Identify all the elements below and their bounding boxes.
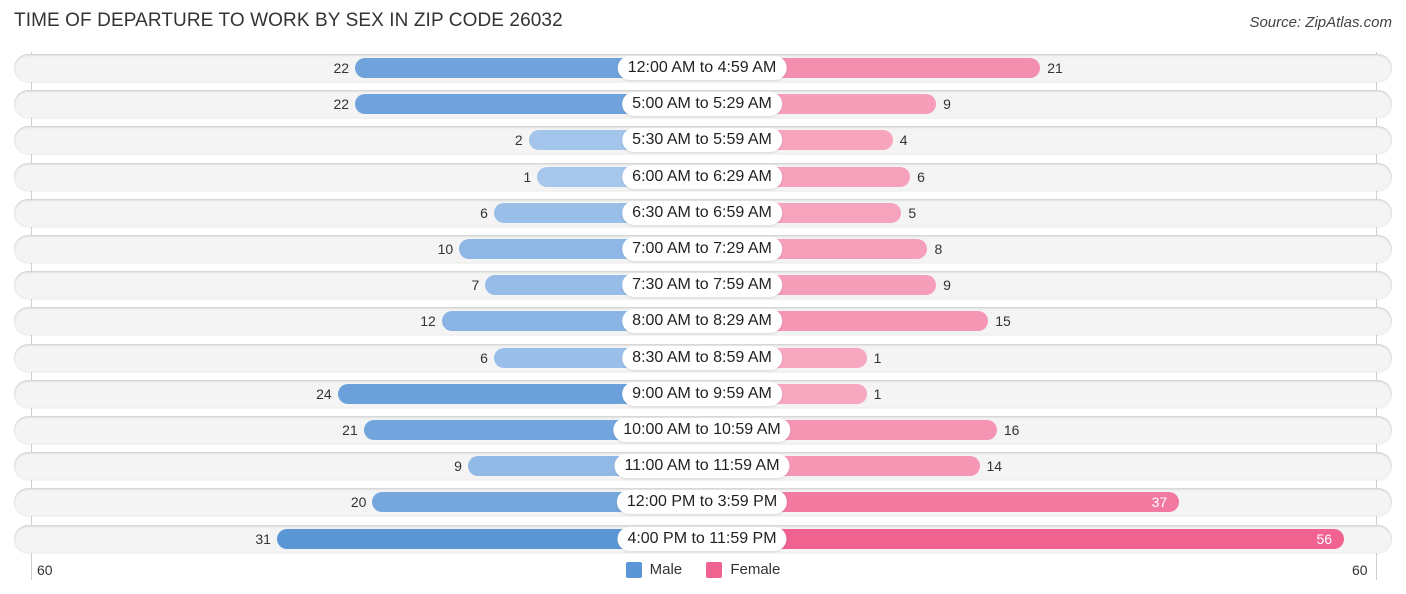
legend-label-male: Male — [649, 561, 683, 578]
category-label: 8:30 AM to 8:59 AM — [622, 345, 782, 370]
value-label-male: 21 — [342, 422, 358, 438]
value-label-female: 8 — [934, 241, 943, 257]
category-label: 8:00 AM to 8:29 AM — [622, 309, 782, 334]
category-label: 7:30 AM to 7:59 AM — [622, 273, 782, 298]
legend-swatch-female — [706, 561, 723, 578]
value-label-female: 1 — [873, 349, 882, 366]
value-label-male: 1 — [523, 168, 532, 185]
value-label-male: 20 — [350, 494, 367, 511]
source-credit: Source: ZipAtlas.com — [1249, 14, 1392, 31]
category-label: 6:30 AM to 6:59 AM — [622, 200, 782, 225]
value-label-female: 4 — [899, 132, 908, 149]
value-label-female: 16 — [1003, 422, 1020, 438]
legend-item-male[interactable]: Male — [625, 561, 683, 578]
category-label: 6:00 AM to 6:29 AM — [622, 164, 782, 189]
value-label-male: 22 — [333, 60, 350, 76]
legend: Male Female — [0, 561, 1406, 582]
value-label-female: 5 — [908, 204, 917, 221]
category-label: 4:00 PM to 11:59 PM — [617, 526, 787, 551]
value-label-male: 24 — [316, 385, 332, 402]
category-label: 7:00 AM to 7:29 AM — [622, 237, 782, 261]
value-label-male: 31 — [255, 530, 271, 547]
value-label-female: 9 — [943, 277, 951, 294]
category-label: 10:00 AM to 10:59 AM — [613, 418, 791, 442]
value-label-female: 15 — [995, 313, 1011, 330]
value-label-female: 6 — [917, 168, 925, 185]
value-label-female: 37 — [1151, 494, 1168, 511]
value-label-male: 12 — [420, 313, 436, 330]
value-label-male: 10 — [437, 241, 454, 257]
category-label: 5:30 AM to 5:59 AM — [622, 128, 782, 153]
value-label-female: 1 — [873, 385, 882, 402]
value-label-male: 9 — [454, 458, 462, 475]
value-label-male: 7 — [471, 277, 480, 294]
chart-title: TIME OF DEPARTURE TO WORK BY SEX IN ZIP … — [14, 10, 563, 31]
category-label: 12:00 PM to 3:59 PM — [616, 490, 788, 515]
legend-swatch-male — [625, 561, 642, 578]
value-label-female: 56 — [1316, 530, 1333, 547]
value-label-male: 6 — [480, 204, 488, 221]
value-label-female: 14 — [986, 458, 1003, 475]
value-label-female: 9 — [943, 96, 951, 113]
legend-item-female[interactable]: Female — [706, 561, 780, 578]
value-label-female: 21 — [1047, 60, 1063, 76]
category-label: 11:00 AM to 11:59 AM — [614, 454, 790, 479]
category-label: 9:00 AM to 9:59 AM — [622, 381, 782, 406]
bar-female[interactable] — [702, 528, 1345, 549]
value-label-male: 22 — [333, 96, 350, 113]
value-label-male: 2 — [514, 132, 523, 149]
category-label: 5:00 AM to 5:29 AM — [622, 92, 782, 117]
category-label: 12:00 AM to 4:59 AM — [617, 56, 787, 80]
value-label-male: 6 — [480, 349, 488, 366]
legend-label-female: Female — [730, 561, 781, 578]
